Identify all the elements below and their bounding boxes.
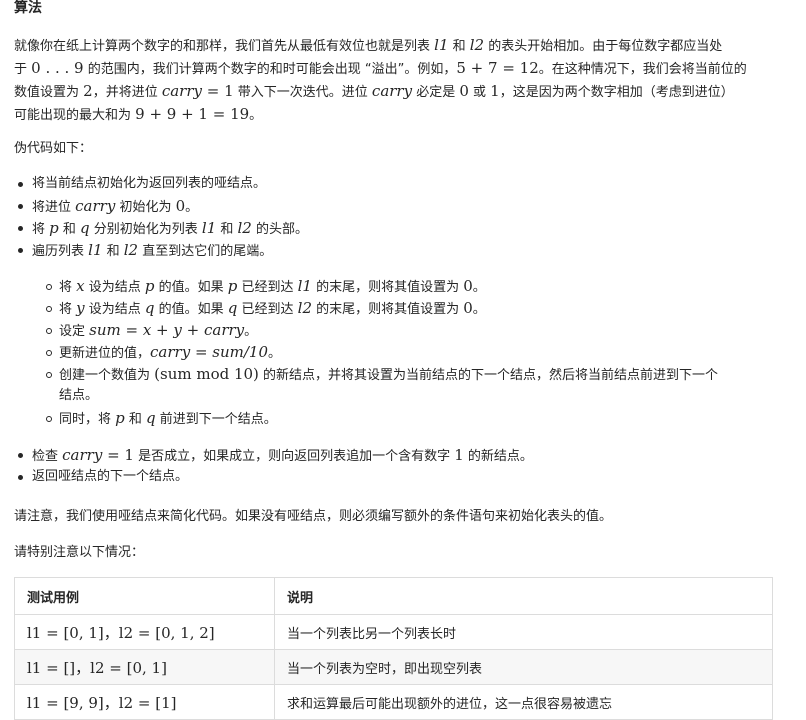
table-row: l1 = [9, 9]，l2 = [1] 求和运算最后可能出现额外的进位，这一点… [14, 684, 773, 720]
list-item: 检查 carry = 1 是否成立，如果成立，则向返回列表追加一个含有数字 1 … [14, 444, 533, 468]
note-paragraph: 请注意，我们使用哑结点来简化代码。如果没有哑结点，则必须编写额外的条件语句来初始… [14, 509, 613, 524]
column-header-desc: 说明 [274, 577, 773, 615]
list-item-continuation: 结点。 [59, 388, 99, 403]
circle-bullet-icon [46, 306, 52, 312]
desc-cell: 当一个列表为空时，即出现空列表 [274, 649, 773, 685]
circle-bullet-icon [46, 416, 52, 422]
list-item: 将 y 设为结点 q 的值。如果 q 已经到达 l2 的末尾，则将其值设置为 0… [44, 297, 486, 321]
special-cases-intro: 请特别注意以下情况： [14, 545, 145, 560]
section-title: 算法 [14, 0, 42, 16]
list-item: 将进位 carry 初始化为 0。 [14, 195, 198, 219]
circle-bullet-icon [46, 284, 52, 290]
list-item: 创建一个数值为 (sum mod 10) 的新结点，并将其设置为当前结点的下一个… [44, 363, 718, 387]
pseudo-intro: 伪代码如下： [14, 141, 93, 156]
case-cell: l1 = []，l2 = [0, 1] [14, 649, 275, 685]
list-item: 将 p 和 q 分别初始化为列表 l1 和 l2 的头部。 [14, 217, 308, 241]
intro-line-2: 于 0 . . . 9 的范围内，我们计算两个数字的和时可能会出现 “溢出”。例… [14, 59, 747, 77]
bullet-icon [18, 182, 23, 187]
bullet-icon [18, 453, 23, 458]
list-item: 更新进位的值，carry = sum/10。 [44, 341, 281, 365]
desc-cell: 求和运算最后可能出现额外的进位，这一点很容易被遗忘 [274, 684, 773, 720]
case-cell: l1 = [0, 1]，l2 = [0, 1, 2] [14, 614, 275, 650]
column-header-case: 测试用例 [14, 577, 275, 615]
table-row: l1 = [0, 1]，l2 = [0, 1, 2] 当一个列表比另一个列表长时 [14, 614, 773, 650]
list-item: 同时，将 p 和 q 前进到下一个结点。 [44, 407, 277, 431]
intro-line-1: 就像你在纸上计算两个数字的和那样，我们首先从最低有效位也就是列表 l1 和 l2… [14, 36, 723, 54]
list-item: 将 x 设为结点 p 的值。如果 p 已经到达 l1 的末尾，则将其值设置为 0… [44, 275, 486, 299]
circle-bullet-icon [46, 350, 52, 356]
circle-bullet-icon [46, 372, 52, 378]
test-cases-table: 测试用例 说明 l1 = [0, 1]，l2 = [0, 1, 2] 当一个列表… [14, 577, 773, 720]
circle-bullet-icon [46, 328, 52, 334]
bullet-icon [18, 475, 23, 480]
table-header-row: 测试用例 说明 [14, 577, 773, 615]
bullet-icon [18, 226, 23, 231]
intro-line-4: 可能出现的最大和为 9 + 9 + 1 = 19。 [14, 105, 263, 123]
desc-cell: 当一个列表比另一个列表长时 [274, 614, 773, 650]
bullet-icon [18, 204, 23, 209]
list-item: 设定 sum = x + y + carry。 [44, 319, 257, 343]
case-cell: l1 = [9, 9]，l2 = [1] [14, 684, 275, 720]
list-item: 将当前结点初始化为返回列表的哑结点。 [14, 173, 266, 195]
table-row: l1 = []，l2 = [0, 1] 当一个列表为空时，即出现空列表 [14, 649, 773, 685]
bullet-icon [18, 248, 23, 253]
list-item: 遍历列表 l1 和 l2 直至到达它们的尾端。 [14, 239, 272, 263]
list-item: 返回哑结点的下一个结点。 [14, 466, 188, 488]
intro-line-3: 数值设置为 2，并将进位 carry = 1 带入下一次迭代。进位 carry … [14, 82, 734, 100]
